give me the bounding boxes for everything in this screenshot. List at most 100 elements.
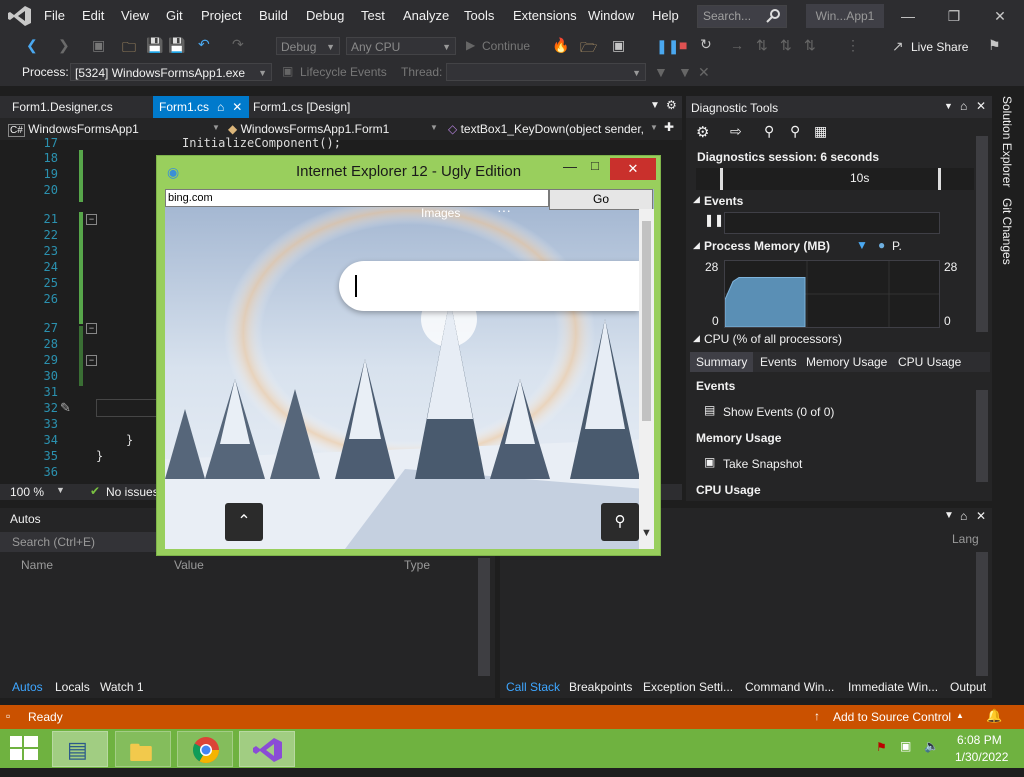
minimize-button[interactable]: — <box>890 4 926 28</box>
callstack-scrollbar[interactable] <box>976 552 988 676</box>
menu-edit[interactable]: Edit <box>82 8 104 23</box>
menu-test[interactable]: Test <box>361 8 385 23</box>
column-name[interactable]: Name <box>21 558 53 572</box>
close-icon[interactable]: ✕ <box>232 100 242 114</box>
reset-view-icon[interactable]: ▦ <box>814 123 827 140</box>
continue-button[interactable]: Continue <box>482 39 530 53</box>
settings-gear-icon[interactable]: ⚙ <box>696 123 709 141</box>
zoom-level[interactable]: 100 % <box>10 485 44 499</box>
tab-exception-settings[interactable]: Exception Setti... <box>643 680 733 694</box>
timeline-start-handle[interactable] <box>720 168 723 190</box>
clock-time[interactable]: 6:08 PM <box>957 733 1002 747</box>
taskbar-visual-studio[interactable] <box>239 731 295 767</box>
collapse-icon[interactable]: − <box>86 355 97 366</box>
tab-events[interactable]: Events <box>760 355 797 369</box>
pin-icon[interactable]: ⌂ <box>217 100 224 114</box>
zoom-in-icon[interactable]: ⚲ <box>764 123 774 140</box>
thread-dropdown[interactable]: ▼ <box>446 63 646 81</box>
collapse-triangle-icon[interactable]: ◢ <box>693 240 700 251</box>
scroll-up-button[interactable]: ⌃ <box>225 503 263 541</box>
search-box[interactable]: Search... <box>697 5 787 28</box>
clear-flags-icon[interactable]: ✕ <box>698 64 710 81</box>
clock-date[interactable]: 1/30/2022 <box>955 750 1008 764</box>
column-language[interactable]: Lang <box>952 532 979 546</box>
menu-analyze[interactable]: Analyze <box>403 8 449 23</box>
stop-icon[interactable]: ■ <box>679 37 687 53</box>
live-share-button[interactable]: Live Share <box>911 40 968 54</box>
menu-tools[interactable]: Tools <box>464 8 494 23</box>
internet-explorer-window[interactable]: ◉ Internet Explorer 12 - Ugly Edition — … <box>156 155 661 556</box>
menu-debug[interactable]: Debug <box>306 8 344 23</box>
continue-play-icon[interactable]: ▶ <box>466 38 475 52</box>
notifications-bell-icon[interactable]: 🔔 <box>986 708 1002 724</box>
collapse-icon[interactable]: − <box>86 214 97 225</box>
collapse-triangle-icon[interactable]: ◢ <box>693 333 700 344</box>
new-project-icon[interactable]: ▣ <box>92 37 105 54</box>
tab-call-stack[interactable]: Call Stack <box>506 680 560 694</box>
chevron-up-icon[interactable]: ▲ <box>956 711 964 720</box>
split-editor-icon[interactable]: ✚ <box>664 120 674 134</box>
pin-icon[interactable]: ⌂ <box>960 509 967 523</box>
flag-icon[interactable]: ⚑ <box>876 740 887 754</box>
images-link[interactable]: Images <box>421 206 460 220</box>
tab-autos[interactable]: Autos <box>12 680 43 694</box>
tab-command-window[interactable]: Command Win... <box>745 680 834 694</box>
add-to-source-control-button[interactable]: Add to Source Control <box>833 710 951 724</box>
column-type[interactable]: Type <box>404 558 430 572</box>
diag-scrollbar[interactable] <box>976 136 988 332</box>
close-button[interactable]: ✕ <box>982 4 1018 28</box>
lifecycle-icon[interactable]: ▣ <box>282 64 293 78</box>
settings-gear-icon[interactable]: ⚙ <box>666 98 677 112</box>
summary-scrollbar[interactable] <box>976 390 988 482</box>
more-options-link[interactable]: ··· <box>497 202 511 218</box>
browser-viewport[interactable]: bing.com Go Images ··· ⌃ ⚲ ▼ <box>165 189 654 549</box>
volume-icon[interactable]: 🔈 <box>924 739 939 753</box>
taskbar-ie-app[interactable]: ▤ <box>52 731 108 767</box>
pause-events-icon[interactable]: ❚❚ <box>704 213 724 227</box>
take-snapshot-link[interactable]: Take Snapshot <box>723 457 802 471</box>
hot-reload-icon[interactable]: 🔥 <box>552 37 569 54</box>
zoom-out-icon[interactable]: ⚲ <box>790 123 800 140</box>
platform-dropdown[interactable]: Any CPU ▼ <box>346 37 456 55</box>
tab-locals[interactable]: Locals <box>55 680 90 694</box>
taskbar-chrome[interactable] <box>177 731 233 767</box>
taskbar-file-explorer[interactable]: 🖿 <box>115 731 171 767</box>
pause-icon[interactable]: ❚❚ <box>656 38 679 55</box>
scroll-down-arrow-icon[interactable]: ▼ <box>641 527 652 539</box>
back-icon[interactable]: ❮ <box>26 37 38 54</box>
tab-cpu-usage[interactable]: CPU Usage <box>898 355 961 369</box>
column-value[interactable]: Value <box>174 558 204 572</box>
menu-view[interactable]: View <box>121 8 149 23</box>
close-icon[interactable]: ✕ <box>976 509 986 523</box>
maximize-button[interactable]: ❐ <box>936 4 972 28</box>
menu-project[interactable]: Project <box>201 8 241 23</box>
collapse-triangle-icon[interactable]: ◢ <box>693 194 700 205</box>
scrollbar-thumb[interactable] <box>642 221 651 421</box>
tab-form1-designer[interactable]: Form1.Designer.cs <box>6 96 119 118</box>
pin-icon[interactable]: ⌂ <box>960 99 967 113</box>
chevron-down-icon[interactable]: ▼ <box>56 485 65 495</box>
flag-threads-icon[interactable]: ▼ <box>678 64 692 80</box>
open-folder-icon[interactable]: 🗀 <box>122 37 136 61</box>
menu-build[interactable]: Build <box>259 8 288 23</box>
menu-help[interactable]: Help <box>652 8 679 23</box>
tab-form1-design[interactable]: Form1.cs [Design] <box>247 96 356 118</box>
export-icon[interactable]: ⇨ <box>730 123 742 140</box>
windows-start-icon[interactable] <box>10 736 38 762</box>
panel-menu-icon[interactable]: ▼ <box>944 510 954 521</box>
network-icon[interactable]: ▣ <box>900 739 911 753</box>
bing-search-box[interactable] <box>339 261 639 311</box>
solution-explorer-tab[interactable]: Solution Explorer <box>1000 96 1014 187</box>
tab-form1-cs[interactable]: Form1.cs ⌂ ✕ <box>153 96 249 118</box>
tab-watch-1[interactable]: Watch 1 <box>100 680 144 694</box>
collapse-icon[interactable]: − <box>86 323 97 334</box>
step-out-icon[interactable]: ⇅ <box>804 37 816 54</box>
process-dropdown[interactable]: [5324] WindowsFormsApp1.exe ▼ <box>70 63 272 81</box>
tab-memory-usage[interactable]: Memory Usage <box>806 355 887 369</box>
menu-file[interactable]: File <box>44 8 65 23</box>
show-next-statement-icon[interactable]: → <box>730 37 744 53</box>
ie-close-button[interactable]: ✕ <box>610 158 656 180</box>
live-share-icon[interactable]: ↗ <box>892 38 904 55</box>
ie-minimize-button[interactable]: — <box>563 158 577 174</box>
ie-maximize-button[interactable]: □ <box>591 158 599 173</box>
